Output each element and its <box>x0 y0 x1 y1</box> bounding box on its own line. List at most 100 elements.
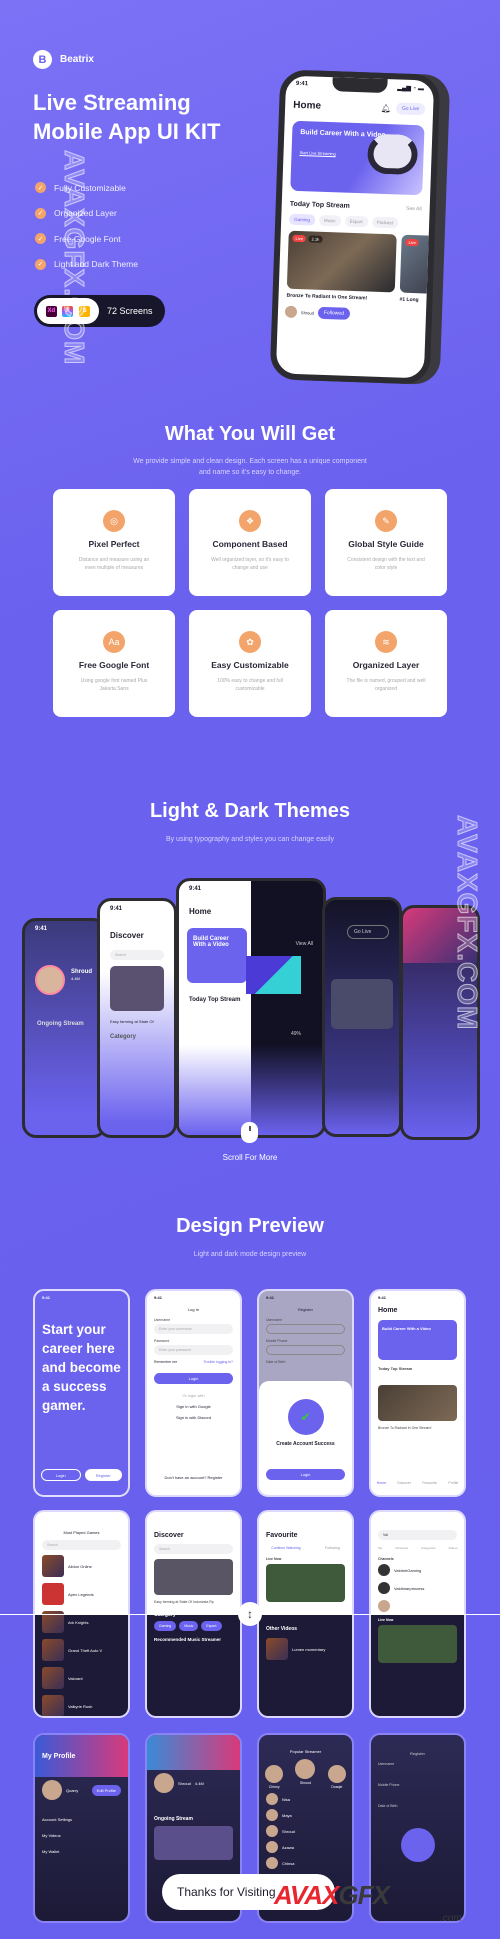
check-icon: ✓ <box>35 207 46 219</box>
card-title: Global Style Guide <box>348 539 424 549</box>
success-title: Create Account Success <box>276 1441 335 1447</box>
nav-favourite[interactable]: Favourite <box>422 1481 437 1485</box>
category-title: Category <box>110 1034 137 1040</box>
live-badge: Live <box>405 238 419 247</box>
search-input[interactable]: Val <box>378 1530 457 1540</box>
hero-title-line1: Live Streaming <box>33 90 191 115</box>
nav-profile[interactable]: Profile <box>448 1481 458 1485</box>
view-all-link[interactable]: View All <box>296 941 313 947</box>
card-title: Pixel Perfect <box>88 539 140 549</box>
theme-phone-home: 9:41 Home Build Career With a Video Toda… <box>176 878 326 1138</box>
list-item[interactable]: Chinsa <box>259 1855 352 1871</box>
search-input[interactable]: Search <box>110 950 164 960</box>
promo-banner[interactable]: Build Career With a Video <box>187 928 247 983</box>
theme-phone-profile: 9:41 Shroud 4.4M Ongoing Stream <box>22 918 107 1138</box>
promo-banner[interactable]: Build Career With a Video <box>378 1320 457 1360</box>
streamer-name: Shroud <box>300 309 314 316</box>
menu-my-wallet[interactable]: My Wallet <box>35 1841 128 1857</box>
check-icon: ✓ <box>35 258 46 270</box>
username-input[interactable]: Enter your username <box>154 1324 233 1334</box>
hero-title: Live Streaming Mobile App UI KIT <box>33 88 273 146</box>
hero-phone-mockup: 9:41 ▂▄▆ ◔ ▬ Home 🔔︎ Go Live Build Career W… <box>269 69 441 385</box>
screen-title: Discover <box>110 931 144 940</box>
tab-continue[interactable]: Continue Watching <box>271 1546 300 1550</box>
watermark-logo-com: .com <box>440 1913 462 1924</box>
menu-account-settings[interactable]: Account Settings <box>35 1803 128 1825</box>
card-desc: Well organized layer, so it's easy to ch… <box>211 557 289 571</box>
follow-button[interactable]: Followed <box>317 306 351 320</box>
nav-home[interactable]: Home <box>377 1481 386 1485</box>
stream-thumbnail[interactable] <box>266 1564 345 1602</box>
stream-thumbnail[interactable] <box>331 979 393 1029</box>
forgot-link[interactable]: Trouble logging in? <box>203 1360 233 1364</box>
watermark-vertical: AVAXGFX.COM <box>59 149 91 366</box>
section-subtitle-themes: By using typography and styles you can c… <box>165 836 335 843</box>
card-title: Easy Customizable <box>211 660 289 670</box>
list-item[interactable]: Shroud <box>259 1823 352 1839</box>
preview-login: 9:41 Log In Username Enter your username … <box>145 1289 242 1497</box>
promo-banner[interactable]: Build Career With a Video Start Live Stre… <box>290 120 425 196</box>
remember-checkbox[interactable]: Remember me <box>154 1360 177 1364</box>
pin-icon: ◎ <box>103 510 125 532</box>
chip-gaming[interactable]: Gaming <box>154 1621 177 1631</box>
stream-thumbnail-2[interactable]: Live <box>399 234 441 294</box>
stream-thumbnail[interactable] <box>110 966 164 1011</box>
stream-caption: Easy farming at State Of <box>110 1019 154 1024</box>
stream-thumbnail[interactable] <box>378 1625 457 1663</box>
go-live-button[interactable]: Go Live <box>395 102 426 116</box>
list-item[interactable]: Azawa <box>259 1839 352 1855</box>
go-live-button[interactable]: Go Live <box>347 925 389 939</box>
card-desc: Using google font named Plus Jakarta San… <box>80 678 148 692</box>
xd-icon: Xd <box>45 305 57 317</box>
chip-music[interactable]: Music <box>179 1621 199 1631</box>
chip-esport[interactable]: Esport <box>201 1621 222 1631</box>
tab-following[interactable]: Following <box>325 1546 340 1550</box>
font-icon: Aa <box>103 631 125 653</box>
google-signin-button[interactable]: Sign in with Google <box>147 1401 240 1412</box>
edit-profile-button[interactable]: Edit Profile <box>91 1784 121 1796</box>
screens-count: 72 Screens <box>107 306 153 316</box>
stream-thumbnail[interactable]: Live 2.1k <box>286 230 397 293</box>
list-item[interactable]: Maya <box>259 1807 352 1823</box>
chip-gaming[interactable]: Gaming <box>289 213 316 226</box>
search-input[interactable]: Search <box>154 1544 233 1554</box>
check-icon: ✓ <box>35 233 46 245</box>
register-link[interactable]: Don't have an account? Register <box>147 1472 240 1483</box>
cover-image: My Profile <box>35 1735 128 1777</box>
card-desc: 100% easy to change and full customizabl… <box>217 678 283 692</box>
resize-handle-icon[interactable]: ↕ <box>238 1602 262 1626</box>
menu-my-videos[interactable]: My Videos <box>35 1825 128 1841</box>
phone-notch <box>332 77 388 94</box>
layers-icon: ≋ <box>375 631 397 653</box>
register-button[interactable]: Register <box>84 1469 122 1481</box>
avatar <box>284 305 298 319</box>
stream-thumbnail[interactable] <box>154 1559 233 1595</box>
login-button[interactable]: Login <box>266 1469 345 1480</box>
password-input[interactable]: Enter your password <box>154 1345 233 1355</box>
bottom-nav: Home Discover Favourite Profile <box>371 1481 464 1485</box>
login-button[interactable]: Login <box>41 1469 81 1481</box>
mouse-scroll-icon[interactable] <box>241 1122 258 1143</box>
chip-podcast[interactable]: Podcast <box>371 216 399 229</box>
stream-thumbnail[interactable] <box>378 1385 457 1421</box>
see-all-link[interactable]: See All <box>406 205 422 212</box>
card-title: Free Google Font <box>78 660 150 670</box>
component-icon: ❖ <box>239 510 261 532</box>
chip-music[interactable]: Music <box>318 214 341 227</box>
discord-signin-button[interactable]: Sign in with Discord <box>147 1412 240 1423</box>
chip-esport[interactable]: Esport <box>344 215 368 228</box>
login-button[interactable]: Login <box>154 1373 233 1384</box>
preview-register-success: 9:41 Register Username Mobile Phone Date… <box>257 1289 354 1497</box>
scroll-for-more[interactable]: Scroll For More <box>0 1152 500 1163</box>
banner-title: Build Career With a Video <box>300 129 386 140</box>
bell-icon[interactable]: 🔔︎ <box>381 103 391 112</box>
list-item[interactable]: Nisa <box>259 1791 352 1807</box>
brand-logo: B Beatrix <box>33 50 94 69</box>
nav-discover[interactable]: Discover <box>397 1481 411 1485</box>
stream-carousel: Live 2.1k Live <box>286 230 441 294</box>
stream-caption: Bronze To Radiant In One Stream! <box>286 292 368 302</box>
success-sheet: ✔ Create Account Success Login <box>259 1381 352 1495</box>
viewer-count: 2.1k <box>308 235 323 243</box>
progress-percent: 49% <box>290 1031 301 1037</box>
search-input[interactable]: Search <box>42 1540 121 1550</box>
